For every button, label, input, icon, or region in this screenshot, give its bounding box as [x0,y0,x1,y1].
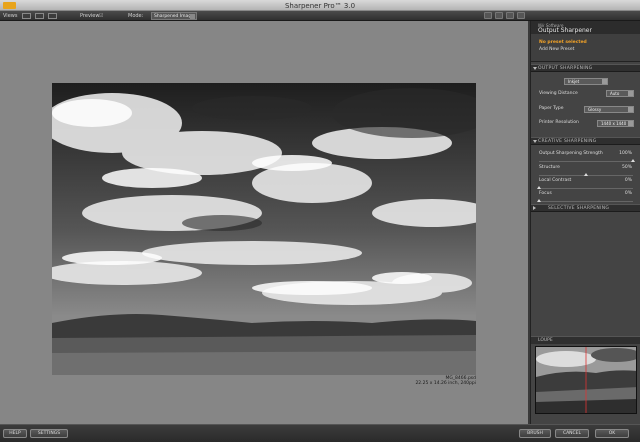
background-color-icon[interactable] [517,12,525,19]
views-label: Views [3,13,18,19]
creative-sharpening-header[interactable]: CREATIVE SHARPENING [531,137,640,145]
paper-type-value: Glossy [588,107,602,112]
output-type-value: Inkjet [568,79,580,84]
home-icon[interactable] [506,12,514,19]
slider-label: Structure [539,165,560,170]
slider-label: Output Sharpening Strength [539,151,603,156]
slider-value: 0% [624,178,632,183]
mode-value: Sharpened Image [154,14,194,19]
loupe-preview[interactable] [535,346,637,414]
preview-image[interactable] [52,83,476,375]
focus-slider[interactable] [539,201,633,202]
slider-value: 50% [621,165,632,170]
strength-slider[interactable] [539,161,633,162]
viewing-distance-value: Auto [610,91,620,96]
viewing-distance-dropdown[interactable]: Auto [606,90,634,97]
printer-resolution-value: 1440 x 1440 [601,121,627,126]
preview-label: Preview [80,13,100,19]
local-contrast-slider-thumb[interactable] [537,186,541,189]
cancel-button[interactable]: CANCEL [555,429,589,438]
creative-sharpening-title: CREATIVE SHARPENING [538,139,597,144]
selective-sharpening-header[interactable]: SELECTIVE SHARPENING [531,204,640,212]
chevron-down-icon [190,14,195,19]
window-title: Sharpener Pro™ 3.0 [284,2,356,10]
viewing-distance-label: Viewing Distance [539,91,578,96]
help-button[interactable]: HELP [3,429,27,438]
title-bar: Sharpener Pro™ 3.0 [0,0,640,11]
toolbar: Views Preview ☑ Mode: Sharpened Image [0,11,640,21]
local-contrast-slider[interactable] [539,188,633,189]
preset-status: No preset selected [539,40,587,45]
printer-resolution-label: Printer Resolution [539,120,579,125]
split-view-button[interactable] [35,13,44,19]
structure-slider-thumb[interactable] [584,173,588,176]
paper-type-label: Paper Type [539,106,564,111]
panel-header: Nik Software Output Sharpener [531,21,640,34]
preset-area: No preset selected Add New Preset [531,34,640,62]
brush-button[interactable]: BRUSH [519,429,551,438]
output-sharpening-header[interactable]: OUTPUT SHARPENING [531,64,640,72]
add-preset-link[interactable]: Add New Preset [539,47,574,52]
control-panel: Nik Software Output Sharpener No preset … [530,21,640,424]
triangle-right-icon [533,206,538,210]
printer-resolution-dropdown[interactable]: 1440 x 1440 [597,120,634,127]
settings-button[interactable]: SETTINGS [30,429,68,438]
slider-label: Local Contrast [539,178,572,183]
chevron-down-icon [628,91,633,96]
loupe-header[interactable]: LOUPE [531,336,640,344]
side-by-side-view-button[interactable] [48,13,57,19]
triangle-down-icon [533,67,537,70]
image-dimensions: 22.25 x 14.26 inch, 240ppi [415,381,476,386]
hand-tool-icon[interactable] [484,12,492,19]
output-sharpening-title: OUTPUT SHARPENING [538,66,593,71]
triangle-down-icon [533,140,537,143]
ok-button[interactable]: OK [595,429,629,438]
focus-slider-thumb[interactable] [537,199,541,202]
bottom-bar: HELP SETTINGS BRUSH CANCEL OK [0,424,640,442]
image-info: MG_8466.psd 22.25 x 14.26 inch, 240ppi [415,376,476,386]
panel-title: Output Sharpener [538,27,592,34]
loupe-title: LOUPE [538,338,553,343]
paper-type-dropdown[interactable]: Glossy [584,106,634,113]
chevron-down-icon [628,107,633,112]
strength-slider-thumb[interactable] [631,159,635,162]
zoom-tool-icon[interactable] [495,12,503,19]
image-canvas[interactable]: MG_8466.psd 22.25 x 14.26 inch, 240ppi [0,21,528,424]
chevron-down-icon [602,79,607,84]
preview-checkbox[interactable]: ☑ [99,13,103,19]
mode-dropdown[interactable]: Sharpened Image [151,12,197,20]
slider-label: Focus [539,191,552,196]
output-type-dropdown[interactable]: Inkjet [564,78,608,85]
chevron-down-icon [628,121,633,126]
selective-sharpening-title: SELECTIVE SHARPENING [548,206,610,211]
single-view-button[interactable] [22,13,31,19]
slider-value: 100% [619,151,632,156]
mode-label: Mode: [128,13,144,19]
slider-value: 0% [624,191,632,196]
